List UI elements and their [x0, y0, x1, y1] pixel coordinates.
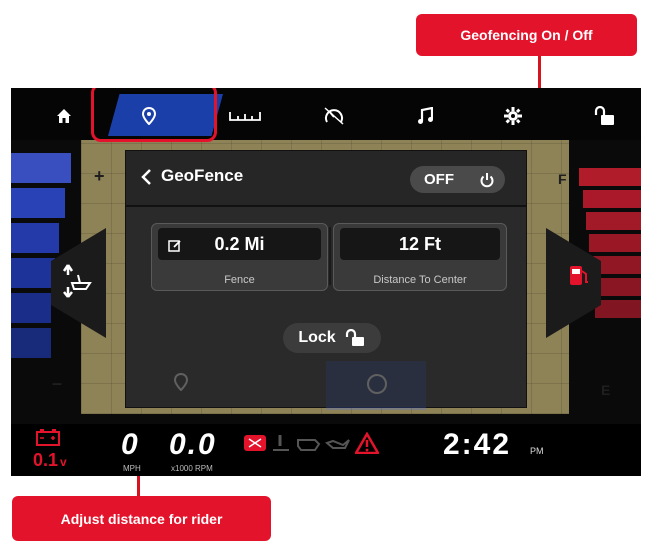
gauge-full-label: F: [558, 171, 567, 187]
warning-icons: [243, 431, 381, 459]
clock-ampm: PM: [530, 446, 544, 456]
gauge-minus-label: –: [52, 373, 63, 393]
location-pin-icon: [173, 372, 189, 396]
callout-geofencing-text: Geofencing On / Off: [460, 27, 593, 43]
tab-home[interactable]: [46, 98, 82, 134]
alert-triangle-icon: [353, 431, 381, 459]
brake-icon: [243, 433, 267, 458]
distance-card: 12 Ft Distance To Center: [333, 223, 507, 291]
rpm-value: 0.0: [169, 428, 217, 461]
unlock-icon: [593, 106, 615, 126]
distance-value: 12 Ft: [398, 233, 441, 254]
battery-icon: [35, 428, 61, 451]
geofence-title: GeoFence: [161, 166, 244, 185]
callout-geofencing: Geofencing On / Off: [416, 14, 637, 56]
geofence-panel: GeoFence OFF 0.2 Mi Fence 12 Ft Distance…: [126, 151, 526, 410]
lock-label: Lock: [298, 329, 336, 346]
gear-icon: [504, 107, 522, 125]
fence-value: 0.2 Mi: [214, 233, 265, 254]
trim-icon: [60, 261, 94, 306]
tab-speedometer[interactable]: [316, 98, 352, 134]
geofence-toggle-label: OFF: [424, 171, 454, 188]
status-bar: 0.1 v 0 MPH 0.0 x1000 RPM 2:42 PM: [11, 424, 641, 476]
gauge-empty-label: E: [601, 382, 611, 398]
speedometer-icon: [323, 106, 345, 126]
ruler-icon: [229, 110, 261, 122]
fence-label: Fence: [224, 274, 255, 286]
fuel-icon: [567, 262, 591, 293]
gauge-plus-label: +: [94, 166, 105, 186]
background-icon-row: [126, 361, 526, 410]
distance-label: Distance To Center: [373, 274, 467, 286]
callout-adjust-text: Adjust distance for rider: [60, 510, 223, 527]
tab-ruler[interactable]: [225, 98, 265, 134]
rpm-unit: x1000 RPM: [171, 464, 213, 473]
lock-button[interactable]: Lock: [283, 323, 381, 353]
dashboard-screen: + – F E GeoFence OFF 0.2 Mi Fence 12 Ft …: [11, 88, 641, 476]
speed-unit: MPH: [123, 464, 141, 473]
lock-open-icon: [344, 329, 366, 347]
tab-music[interactable]: [407, 98, 443, 134]
back-chevron-icon[interactable]: [140, 168, 152, 191]
tab-settings[interactable]: [495, 98, 531, 134]
location-tab-highlight-ring: [91, 88, 217, 142]
fence-card[interactable]: 0.2 Mi Fence: [151, 223, 328, 291]
power-icon: [479, 172, 495, 188]
callout-adjust-distance: Adjust distance for rider: [12, 496, 271, 541]
music-note-icon: [417, 107, 433, 125]
engine-icon: [295, 433, 321, 458]
fence-value-box[interactable]: 0.2 Mi: [158, 228, 321, 260]
voltage-value: 0.1 v: [33, 450, 67, 470]
card-divider: [329, 227, 331, 285]
temperature-icon: [271, 433, 291, 458]
circle-icon: [366, 373, 388, 400]
clock-time: 2:42: [443, 428, 512, 461]
edit-icon: [168, 237, 182, 258]
tab-lock[interactable]: [586, 98, 622, 134]
home-icon: [56, 108, 72, 124]
geofence-toggle-button[interactable]: OFF: [410, 166, 505, 193]
distance-value-box: 12 Ft: [340, 228, 500, 260]
speed-digit: 0: [121, 428, 140, 461]
geofence-panel-header: GeoFence OFF: [126, 151, 526, 207]
oil-icon: [324, 433, 351, 458]
